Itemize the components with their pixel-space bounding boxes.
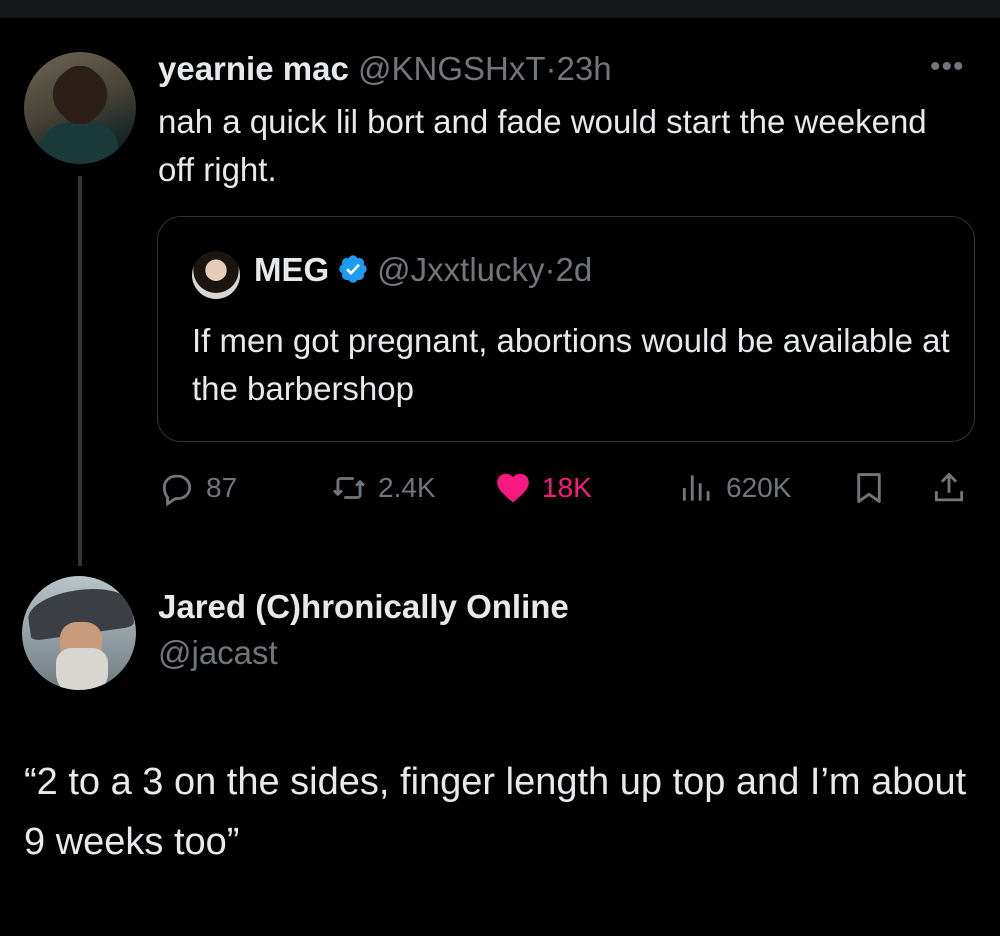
author-display-name[interactable]: Jared (C)hronically Online [158, 588, 569, 626]
quoted-handle: @Jxxtlucky [377, 251, 545, 288]
avatar-head [58, 66, 102, 124]
avatar[interactable] [24, 52, 136, 164]
avatar-body [42, 122, 118, 164]
thread-connector-line [78, 176, 82, 566]
bookmark-button[interactable] [850, 466, 898, 510]
tweet-text: nah a quick lil bort and fade would star… [158, 103, 927, 188]
author-display-name[interactable]: yearnie mac [158, 50, 349, 87]
repost-count: 2.4K [378, 472, 436, 503]
tweet-text: “2 to a 3 on the sides, finger length up… [24, 761, 967, 863]
author-handle[interactable]: @KNGSHxT [358, 50, 546, 87]
views-button[interactable]: 620K [678, 466, 791, 510]
quoted-tweet-text: If men got pregnant, abortions would be … [192, 322, 950, 407]
like-count: 18K [542, 472, 592, 503]
quoted-time: 2d [555, 251, 593, 288]
tweet-author-line: yearnie mac @KNGSHxT·23h [158, 50, 612, 88]
separator-dot: · [545, 50, 557, 87]
separator-dot: · [544, 251, 556, 288]
reply-button[interactable]: 87 [158, 466, 237, 510]
repost-icon [332, 477, 366, 499]
tweet-actions-bar: 87 2.4K 18K 620K [158, 466, 978, 510]
verified-badge-icon [339, 255, 367, 283]
bookmark-icon [857, 473, 881, 503]
view-count: 620K [726, 472, 792, 503]
avatar[interactable] [22, 576, 136, 690]
reply-count: 87 [206, 472, 238, 503]
share-icon [934, 473, 964, 502]
quoted-author-line: MEG @Jxxtlucky·2d [254, 251, 592, 289]
quoted-tweet-card[interactable]: MEG @Jxxtlucky·2d If men got pregnant, ab… [157, 216, 975, 442]
reply-icon [162, 474, 192, 507]
avatar-beard [56, 648, 108, 690]
tweet-time[interactable]: 23h [557, 50, 612, 87]
views-chart-icon [682, 475, 710, 501]
repost-button[interactable]: 2.4K [330, 466, 436, 510]
like-button[interactable]: 18K [494, 466, 592, 510]
share-button[interactable] [930, 466, 978, 510]
quoted-display-name: MEG [254, 251, 330, 288]
more-dots-icon[interactable]: ••• [930, 50, 965, 84]
status-bar [0, 0, 1000, 18]
heart-icon [497, 473, 529, 503]
author-handle[interactable]: @jacast [158, 634, 278, 672]
avatar [192, 251, 240, 299]
